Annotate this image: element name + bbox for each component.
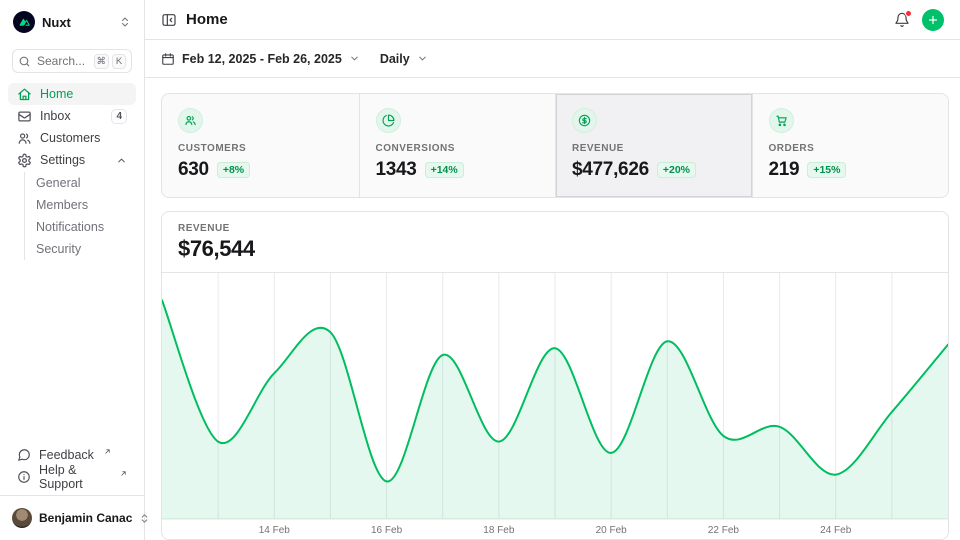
revenue-panel-value: $76,544 — [178, 236, 932, 262]
kbd-k: K — [112, 54, 126, 69]
chart-pie-icon — [376, 108, 401, 133]
subitem-label: General — [36, 176, 80, 190]
calendar-icon — [161, 52, 175, 66]
stat-card-revenue[interactable]: REVENUE $477,626 +20% — [555, 94, 752, 197]
chevrons-up-down-icon — [119, 16, 131, 28]
search-input[interactable]: Search... ⌘ K — [12, 49, 132, 73]
sidebar-item-label: Inbox — [40, 109, 103, 123]
inbox-icon — [17, 109, 32, 124]
user-menu[interactable]: Benjamin Canac — [8, 504, 136, 532]
sidebar: Nuxt Search... ⌘ K Home — [0, 0, 145, 540]
users-icon — [178, 108, 203, 133]
revenue-panel-header: REVENUE $76,544 — [162, 212, 948, 273]
period-select[interactable]: Daily — [380, 52, 428, 66]
gear-icon — [17, 153, 32, 168]
stat-delta-badge: +20% — [657, 162, 696, 178]
sidebar-item-customers[interactable]: Customers — [8, 127, 136, 149]
collapse-sidebar-button[interactable] — [161, 12, 177, 28]
page-title: Home — [186, 11, 228, 28]
svg-text:18 Feb: 18 Feb — [483, 525, 515, 536]
stat-card-conversions[interactable]: CONVERSIONS 1343 +14% — [359, 94, 556, 197]
app-window: Nuxt Search... ⌘ K Home — [0, 0, 960, 540]
nuxt-logo-icon — [13, 11, 35, 33]
sidebar-subitem-notifications[interactable]: Notifications — [36, 216, 136, 238]
dashboard-content: CUSTOMERS 630 +8% CONVERSIONS 1343 +14% — [145, 78, 960, 540]
sidebar-item-label: Settings — [40, 153, 108, 167]
revenue-panel-label: REVENUE — [178, 223, 932, 234]
chevron-down-icon — [349, 53, 360, 64]
stat-value: 1343 — [376, 159, 417, 181]
stats-row: CUSTOMERS 630 +8% CONVERSIONS 1343 +14% — [161, 93, 949, 198]
revenue-chart[interactable]: 14 Feb 16 Feb 18 Feb 20 Feb 22 Feb 24 Feb — [162, 273, 948, 539]
notification-dot — [905, 10, 912, 17]
sidebar-item-settings[interactable]: Settings — [8, 149, 136, 171]
stat-delta-badge: +8% — [217, 162, 250, 178]
kbd-cmd: ⌘ — [94, 54, 110, 69]
stat-delta-badge: +15% — [807, 162, 846, 178]
search-icon — [18, 55, 31, 68]
stat-value: 630 — [178, 159, 209, 181]
chevron-down-icon — [417, 53, 428, 64]
user-avatar — [12, 508, 32, 528]
main-area: Home Feb 12, 2 — [145, 0, 960, 540]
top-header: Home — [145, 0, 960, 40]
sidebar-subitem-security[interactable]: Security — [36, 238, 136, 260]
home-icon — [17, 87, 32, 102]
sidebar-spacer — [0, 262, 144, 444]
sidebar-item-help-support[interactable]: Help & Support — [8, 466, 136, 488]
sidebar-subitem-members[interactable]: Members — [36, 194, 136, 216]
subitem-label: Security — [36, 242, 81, 256]
search-placeholder: Search... — [37, 54, 88, 68]
user-name: Benjamin Canac — [39, 511, 132, 525]
stat-value: $477,626 — [572, 159, 649, 181]
date-range-label: Feb 12, 2025 - Feb 26, 2025 — [182, 52, 342, 66]
sidebar-item-home[interactable]: Home — [8, 83, 136, 105]
sidebar-user-section: Benjamin Canac — [0, 495, 144, 532]
stat-card-orders[interactable]: ORDERS 219 +15% — [752, 94, 949, 197]
sidebar-item-label: Home — [40, 87, 127, 101]
users-icon — [17, 131, 32, 146]
svg-text:22 Feb: 22 Feb — [708, 525, 740, 536]
chevron-up-icon — [116, 155, 127, 166]
svg-text:24 Feb: 24 Feb — [820, 525, 852, 536]
svg-text:14 Feb: 14 Feb — [259, 525, 291, 536]
sidebar-nav: Home Inbox 4 Customers Settings — [0, 83, 144, 262]
panel-left-close-icon — [161, 12, 177, 28]
notifications-button[interactable] — [894, 12, 910, 28]
add-button[interactable] — [922, 9, 944, 31]
svg-text:16 Feb: 16 Feb — [371, 525, 403, 536]
message-circle-icon — [17, 448, 31, 462]
info-circle-icon — [17, 470, 31, 484]
stat-label: REVENUE — [572, 143, 736, 154]
subitem-label: Notifications — [36, 220, 104, 234]
workspace-switcher[interactable]: Nuxt — [8, 8, 136, 36]
inbox-count-badge: 4 — [111, 109, 127, 124]
stat-delta-badge: +14% — [425, 162, 464, 178]
revenue-panel: REVENUE $76,544 14 Feb 16 Feb 18 Feb 20 Feb… — [161, 211, 949, 540]
search-shortcut: ⌘ K — [94, 54, 127, 69]
stat-card-customers[interactable]: CUSTOMERS 630 +8% — [162, 94, 359, 197]
svg-text:20 Feb: 20 Feb — [596, 525, 628, 536]
subitem-label: Members — [36, 198, 88, 212]
sidebar-item-label: Help & Support — [39, 463, 110, 491]
sidebar-item-inbox[interactable]: Inbox 4 — [8, 105, 136, 127]
stat-value: 219 — [769, 159, 800, 181]
external-link-icon — [104, 448, 111, 455]
stat-label: ORDERS — [769, 143, 933, 154]
plus-icon — [927, 14, 939, 26]
period-label: Daily — [380, 52, 410, 66]
sidebar-item-label: Feedback — [39, 448, 94, 462]
filters-toolbar: Feb 12, 2025 - Feb 26, 2025 Daily — [145, 40, 960, 78]
stat-label: CONVERSIONS — [376, 143, 540, 154]
date-range-picker[interactable]: Feb 12, 2025 - Feb 26, 2025 — [161, 52, 360, 66]
stat-label: CUSTOMERS — [178, 143, 343, 154]
sidebar-subitem-general[interactable]: General — [36, 172, 136, 194]
cart-icon — [769, 108, 794, 133]
sidebar-item-label: Customers — [40, 131, 127, 145]
topbar-actions — [894, 9, 944, 31]
settings-subnav: General Members Notifications Security — [24, 172, 136, 260]
workspace-name: Nuxt — [42, 15, 112, 30]
dollar-circle-icon — [572, 108, 597, 133]
external-link-icon — [120, 470, 127, 477]
